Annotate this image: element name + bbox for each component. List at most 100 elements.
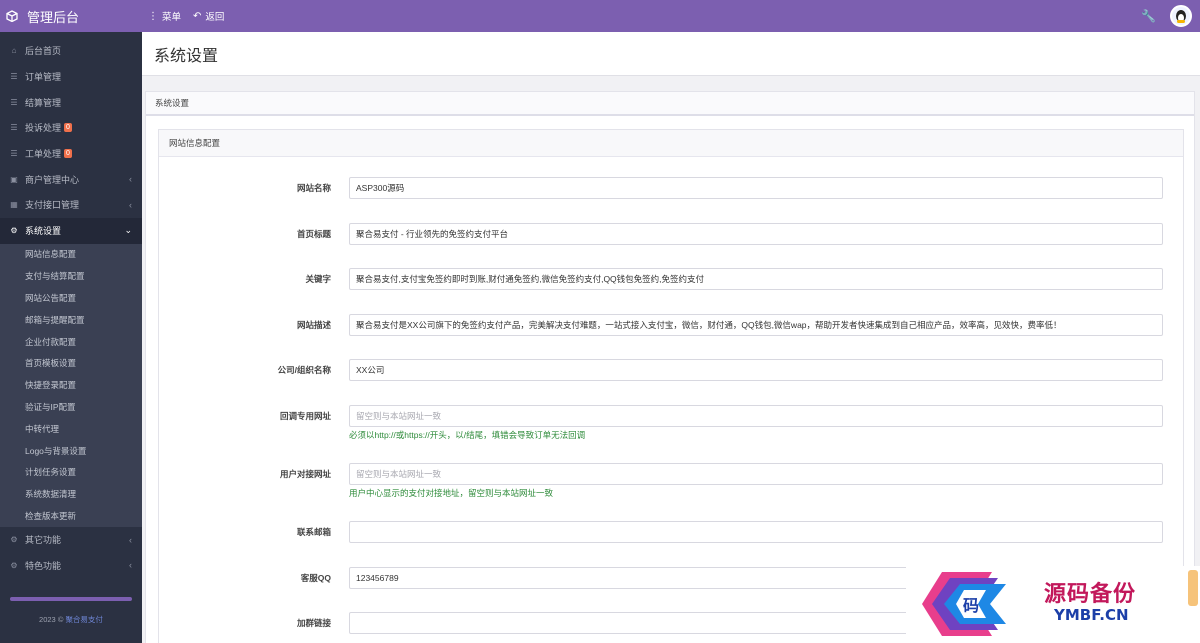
sidebar-item-merchants[interactable]: ▣ 商户管理中心 ‹ [0,166,142,192]
site-name-input[interactable]: ASP300源码 [349,177,1163,199]
list-icon: ☰ [10,123,18,133]
callback-url-input[interactable]: 留空则与本站网址一致 [349,405,1163,427]
description-input[interactable]: 聚合易支付是XX公司旗下的免签约支付产品，完美解决支付难题，一站式接入支付宝，微… [349,314,1163,336]
field-label: 客服QQ [300,573,331,583]
top-bar: 管理后台 ⋮ 菜单 ↶ 返回 🔧 [0,0,1200,32]
gear-icon: ⚙ [10,226,18,236]
sidebar-item-home[interactable]: ⌂ 后台首页 [0,38,142,64]
sidebar-item-tickets[interactable]: ☰ 工单处理 0 [0,141,142,167]
sidebar-footer: 2023 © 聚合易支付 [0,591,142,643]
sidebar-item-label: 系统设置 [25,226,62,237]
list-icon: ☰ [10,149,18,159]
sidebar: ⌂ 后台首页 ☰ 订单管理 ☰ 结算管理 ☰ 投诉处理 0 ☰ 工单处理 0 ▣… [0,32,142,643]
sidebar-item-settlement[interactable]: ☰ 结算管理 [0,89,142,115]
watermark: 码 源码备份 YMBF.CN [906,566,1200,643]
store-icon: ▣ [10,174,18,184]
chevron-down-icon: ⌄ [124,225,132,236]
sidebar-item-orders[interactable]: ☰ 订单管理 [0,64,142,90]
copyright: 2023 © 聚合易支付 [0,614,142,625]
back-label: 返回 [205,12,225,23]
field-label: 加群链接 [296,618,331,628]
sidebar-item-label: 投诉处理 [25,123,62,134]
watermark-text-cn: 源码备份 [1044,581,1137,607]
copyright-link[interactable]: 聚合易支付 [65,615,103,624]
sidebar-item-other-functions[interactable]: ⚙ 其它功能 ‹ [0,527,142,553]
chevron-left-icon: ‹ [129,560,132,571]
grid-icon: ▦ [10,200,18,210]
back-arrow-icon: ↶ [193,10,202,22]
submenu-item[interactable]: 企业付款配置 [0,331,142,353]
chevron-left-icon: ‹ [129,199,132,210]
sidebar-item-label: 工单处理 [25,149,62,160]
submenu-item[interactable]: 检查版本更新 [0,505,142,527]
submenu-item[interactable]: Logo与背景设置 [0,440,142,462]
sidebar-item-label: 结算管理 [25,97,62,108]
brand[interactable]: 管理后台 [0,0,142,32]
main-content: 系统设置 系统设置 网站信息配置 网站名称 ASP300源码 首页标题 聚合易支… [142,32,1200,643]
field-label: 首页标题 [296,229,331,239]
panel-title: 系统设置 [146,92,1194,116]
submenu-item[interactable]: 计划任务设置 [0,461,142,483]
sidebar-item-special-functions[interactable]: ⚙ 特色功能 ‹ [0,553,142,579]
cogs-icon: ⚙ [10,560,18,570]
sidebar-item-label: 其它功能 [25,535,62,546]
watermark-logo: 码 [922,572,1006,636]
field-label: 网站名称 [296,183,331,193]
back-button[interactable]: ↶ 返回 [193,9,225,24]
field-label: 用户对接网址 [279,469,331,479]
home-icon: ⌂ [11,46,17,56]
page-title: 系统设置 [142,32,1200,76]
chevron-left-icon: ‹ [129,174,132,185]
contact-email-input[interactable] [349,521,1163,543]
sidebar-item-label: 商户管理中心 [25,174,80,185]
submenu-item[interactable]: 快捷登录配置 [0,374,142,396]
copyright-year: 2023 © [39,615,64,624]
sidebar-item-label: 后台首页 [25,46,62,57]
form-row: 回调专用网址 留空则与本站网址一致 必须以http://或https://开头，… [159,405,1185,440]
form-row: 网站描述 聚合易支付是XX公司旗下的免签约支付产品，完美解决支付难题，一站式接入… [159,314,1185,336]
list-icon: ☰ [10,97,18,107]
help-text: 用户中心显示的支付对接地址，留空则与本站网址一致 [349,488,554,498]
sidebar-item-payment-interfaces[interactable]: ▦ 支付接口管理 ‹ [0,192,142,218]
submenu-item[interactable]: 邮箱与提醒配置 [0,309,142,331]
submenu-item[interactable]: 网站公告配置 [0,287,142,309]
submenu-item[interactable]: 支付与结算配置 [0,265,142,287]
settings-panel: 系统设置 网站信息配置 网站名称 ASP300源码 首页标题 聚合易支付 - 行… [145,91,1195,643]
field-label: 公司/组织名称 [277,365,331,375]
app-title: 管理后台 [27,9,80,25]
sidebar-item-complaints[interactable]: ☰ 投诉处理 0 [0,115,142,141]
field-label: 回调专用网址 [279,411,331,421]
submenu-item[interactable]: 验证与IP配置 [0,396,142,418]
form-row: 公司/组织名称 XX公司 [159,359,1185,381]
form-row: 关键字 聚合易支付,支付宝免签约即时到账,财付通免签约,微信免签约支付,QQ钱包… [159,268,1185,290]
sidebar-item-system-settings[interactable]: ⚙ 系统设置 ⌄ [0,217,142,244]
watermark-text-en: YMBF.CN [1054,606,1129,624]
sidebar-item-label: 订单管理 [25,72,62,83]
sidebar-item-label: 特色功能 [25,560,62,571]
keywords-input[interactable]: 聚合易支付,支付宝免签约即时到账,财付通免签约,微信免签约支付,QQ钱包免签约,… [349,268,1163,290]
user-api-url-input[interactable]: 留空则与本站网址一致 [349,463,1163,485]
menu-button[interactable]: ⋮ 菜单 [148,9,181,24]
sidebar-submenu: 网站信息配置 支付与结算配置 网站公告配置 邮箱与提醒配置 企业付款配置 首页模… [0,243,142,527]
avatar[interactable] [1170,5,1192,27]
form-row: 用户对接网址 留空则与本站网址一致 用户中心显示的支付对接地址，留空则与本站网址… [159,463,1185,498]
form-row: 联系邮箱 [159,521,1185,543]
form-row: 网站名称 ASP300源码 [159,177,1185,199]
vertical-dots-icon: ⋮ [148,10,158,22]
field-label: 网站描述 [296,320,331,330]
submenu-item[interactable]: 中转代理 [0,418,142,440]
chevron-left-icon: ‹ [129,534,132,545]
homepage-title-input[interactable]: 聚合易支付 - 行业领先的免签约支付平台 [349,223,1163,245]
submenu-item[interactable]: 网站信息配置 [0,244,142,266]
field-label: 联系邮箱 [296,527,331,537]
company-name-input[interactable]: XX公司 [349,359,1163,381]
submenu-item[interactable]: 首页模板设置 [0,352,142,374]
submenu-item[interactable]: 系统数据清理 [0,483,142,505]
wrench-icon[interactable]: 🔧 [1141,9,1156,23]
cube-icon [6,10,18,22]
watermark-glyph: 码 [963,596,979,615]
sidebar-item-label: 支付接口管理 [25,200,80,211]
list-icon: ☰ [10,72,18,82]
watermark-edge [1188,570,1198,606]
section-title: 网站信息配置 [159,130,1183,157]
